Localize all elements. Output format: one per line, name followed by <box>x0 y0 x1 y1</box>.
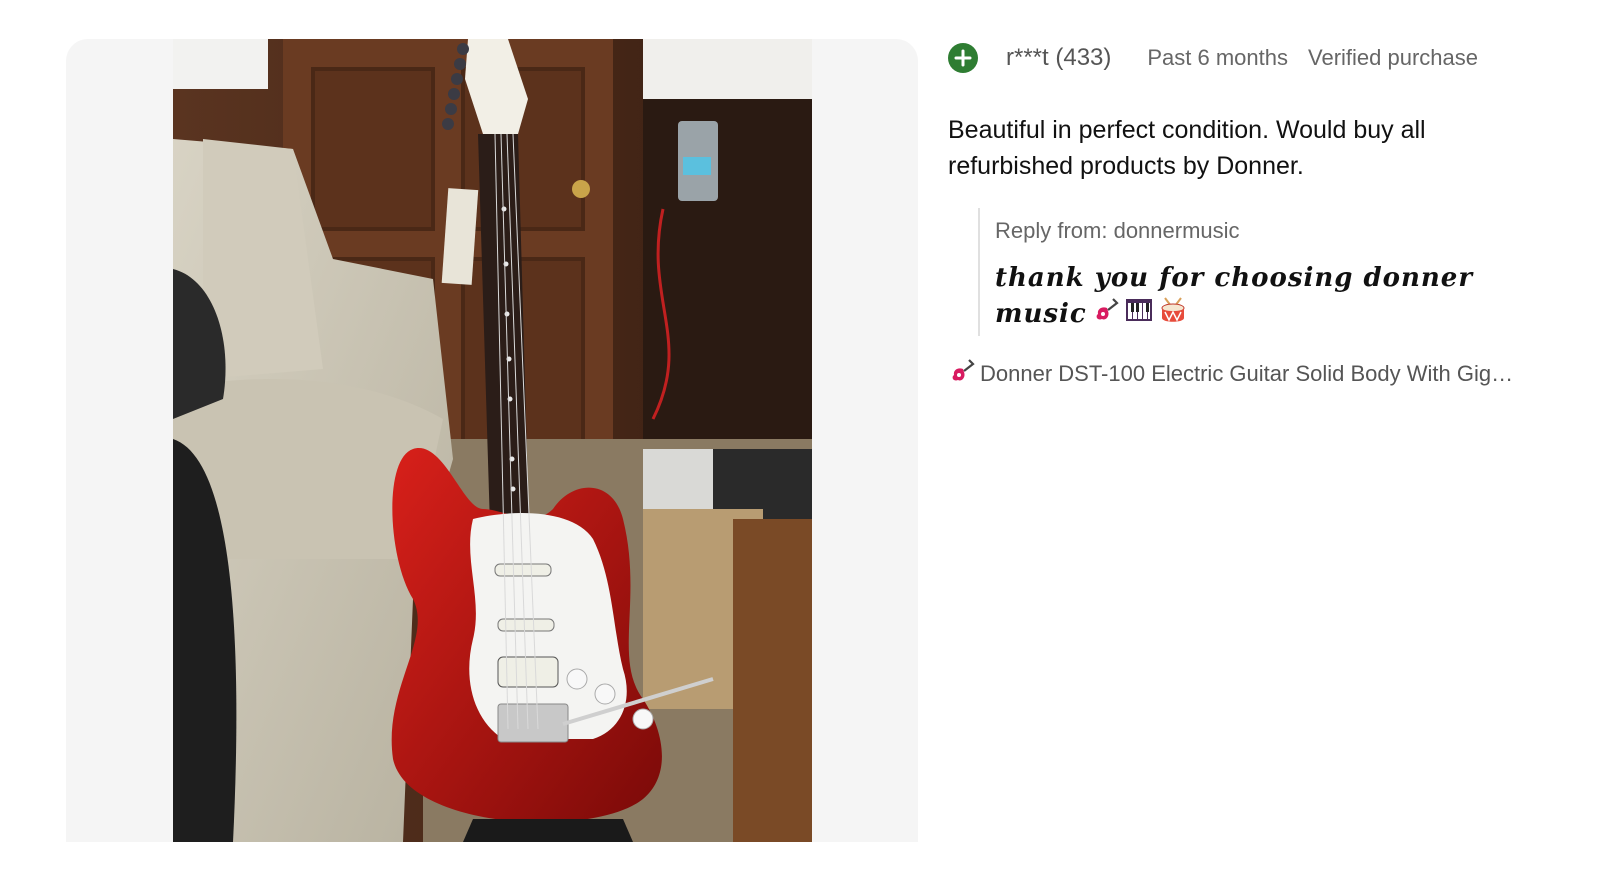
reply-text-block: thank you for choosing donner music <box>995 260 1475 334</box>
review-meta-row: r***t (433) Past 6 months Verified purch… <box>948 40 1548 76</box>
drum-icon <box>1159 296 1187 334</box>
seller-reply: Reply from: donnermusic thank you for ch… <box>978 208 1548 336</box>
reply-label: Reply from: donnermusic <box>995 218 1240 243</box>
verified-purchase-label: Verified purchase <box>1308 45 1479 70</box>
piano-keys-icon <box>1125 297 1153 333</box>
review-text: Beautiful in perfect condition. Would bu… <box>948 116 1426 180</box>
reply-text: thank you for choosing donner music <box>995 263 1474 329</box>
review-media-panel <box>66 39 918 842</box>
review-date: Past 6 months <box>1147 45 1289 70</box>
guitar-icon <box>1093 297 1119 333</box>
plus-circle-icon[interactable] <box>948 43 978 73</box>
reviewer-name: r***t (433) <box>1006 44 1112 71</box>
review-photo-guitar[interactable] <box>173 39 812 842</box>
guitar-icon <box>948 358 980 390</box>
product-link[interactable]: Donner DST-100 Electric Guitar Solid Bod… <box>948 358 1548 390</box>
product-link-text[interactable]: Donner DST-100 Electric Guitar Solid Bod… <box>980 361 1513 387</box>
review-panel: r***t (433) Past 6 months Verified purch… <box>948 40 1548 390</box>
